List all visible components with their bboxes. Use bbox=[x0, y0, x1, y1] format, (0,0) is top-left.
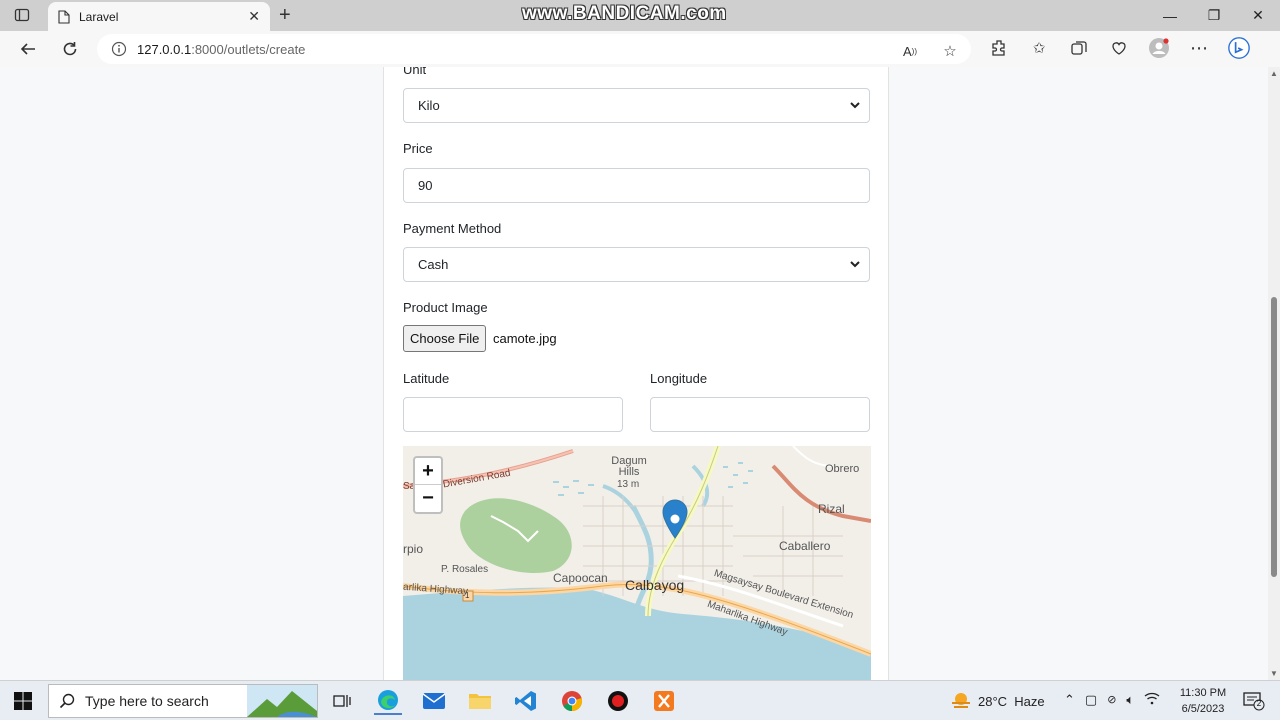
product-image-label: Product Image bbox=[403, 300, 488, 315]
outlet-form-card: Unit Kilo Price 90 Payment Method Cash P… bbox=[383, 67, 889, 680]
performance-icon[interactable] bbox=[1108, 37, 1130, 59]
mail-taskbar-icon[interactable] bbox=[420, 687, 448, 715]
refresh-icon[interactable] bbox=[58, 37, 82, 61]
restore-icon[interactable]: ❐ bbox=[1192, 0, 1236, 31]
windows-start-icon[interactable] bbox=[14, 692, 32, 710]
longitude-label: Longitude bbox=[650, 371, 708, 386]
sound-muted-icon[interactable]: ⊘ bbox=[1107, 693, 1116, 706]
scroll-up-icon[interactable]: ▲ bbox=[1270, 69, 1278, 78]
map-label-route-number: 1 bbox=[465, 591, 470, 600]
payment-method-selected-value: Cash bbox=[418, 257, 449, 272]
favorite-star-icon[interactable]: ☆ bbox=[939, 40, 961, 62]
windows-taskbar: Type here to search 28°C Haze ⌃ ▢ ⊘ 🔈︎ 1… bbox=[0, 680, 1280, 720]
map-label-caballero: Caballero bbox=[779, 539, 831, 553]
page-scrollbar[interactable]: ▲ ▼ bbox=[1268, 67, 1280, 680]
page-viewport: Unit Kilo Price 90 Payment Method Cash P… bbox=[0, 67, 1280, 680]
bing-icon[interactable] bbox=[1228, 37, 1250, 59]
volume-icon[interactable]: 🔈︎ bbox=[1126, 692, 1134, 708]
longitude-input[interactable] bbox=[650, 397, 870, 432]
map-label-capoocan: Capoocan bbox=[553, 571, 608, 585]
payment-method-select[interactable]: Cash bbox=[403, 247, 870, 282]
bandicam-taskbar-icon[interactable] bbox=[604, 687, 632, 715]
read-aloud-icon[interactable]: A)) bbox=[899, 40, 921, 62]
profile-avatar[interactable] bbox=[1148, 37, 1170, 59]
taskbar-search-box[interactable]: Type here to search bbox=[48, 684, 318, 718]
unit-select[interactable]: Kilo bbox=[403, 88, 870, 123]
map-label-obrero: Obrero bbox=[825, 463, 860, 475]
browser-tab-bar: Laravel ✕ + www.BANDICAM.com — ❐ ✕ bbox=[0, 0, 1280, 31]
search-placeholder: Type here to search bbox=[85, 693, 209, 709]
unit-label: Unit bbox=[403, 67, 427, 77]
latitude-label: Latitude bbox=[403, 371, 450, 386]
chevron-down-icon bbox=[850, 102, 860, 109]
address-bar[interactable]: 127.0.0.1:8000/outlets/create A)) ☆ bbox=[97, 34, 971, 64]
choose-file-button[interactable]: Choose File bbox=[403, 325, 487, 352]
selected-file-name: camote.jpg bbox=[493, 331, 557, 346]
map-label-p-rosales: P. Rosales bbox=[441, 564, 489, 575]
tab-title: Laravel bbox=[79, 9, 119, 24]
price-label: Price bbox=[403, 141, 433, 156]
clock-time: 11:30 PM bbox=[1179, 687, 1227, 699]
system-tray: ⌃ ▢ ⊘ 🔈︎ bbox=[1064, 691, 1160, 708]
taskbar-clock[interactable]: 11:30 PM 6/5/2023 bbox=[1174, 685, 1232, 717]
location-map[interactable]: Dagum Hills 13 m Obrero Rizal Caballero … bbox=[403, 446, 871, 680]
browser-tab[interactable]: Laravel ✕ bbox=[48, 2, 270, 31]
toolbar-icons: ✩ ⋯ bbox=[988, 37, 1250, 59]
weather-widget[interactable]: 28°C Haze bbox=[950, 691, 1045, 711]
tab-actions-icon[interactable] bbox=[12, 6, 32, 24]
url-text: 127.0.0.1:8000/outlets/create bbox=[137, 42, 305, 57]
back-icon[interactable] bbox=[16, 37, 40, 61]
chrome-taskbar-icon[interactable] bbox=[558, 687, 586, 715]
recorder-watermark: www.BANDICAM.com bbox=[522, 3, 727, 24]
scroll-down-icon[interactable]: ▼ bbox=[1270, 669, 1278, 678]
task-view-icon[interactable] bbox=[328, 687, 356, 715]
vscode-taskbar-icon[interactable] bbox=[512, 687, 540, 715]
browser-toolbar: 127.0.0.1:8000/outlets/create A)) ☆ ✩ ⋯ bbox=[0, 31, 1280, 67]
favorites-icon[interactable]: ✩ bbox=[1028, 37, 1050, 59]
clock-date: 6/5/2023 bbox=[1181, 703, 1225, 715]
map-zoom-control: + − bbox=[413, 456, 443, 514]
map-label-dagum-hills: Dagum Hills bbox=[609, 456, 649, 478]
url-path: :8000/outlets/create bbox=[191, 41, 306, 57]
price-value: 90 bbox=[418, 178, 433, 193]
search-highlight-art bbox=[247, 685, 317, 717]
meet-now-icon[interactable]: ▢ bbox=[1085, 692, 1097, 708]
close-window-icon[interactable]: ✕ bbox=[1236, 0, 1280, 31]
chevron-up-icon[interactable]: ⌃ bbox=[1064, 692, 1075, 708]
haze-weather-icon bbox=[952, 693, 970, 708]
zoom-out-button[interactable]: − bbox=[415, 485, 441, 512]
page-icon bbox=[58, 9, 70, 24]
zoom-in-button[interactable]: + bbox=[415, 458, 441, 485]
weather-text: 28°C Haze bbox=[978, 693, 1045, 709]
collections-icon[interactable] bbox=[1068, 37, 1090, 59]
scrollbar-thumb[interactable] bbox=[1271, 297, 1277, 577]
address-bar-actions: A)) ☆ bbox=[899, 40, 961, 62]
window-controls: — ❐ ✕ bbox=[1148, 0, 1280, 31]
minimize-icon[interactable]: — bbox=[1148, 0, 1192, 31]
map-label-rizal: Rizal bbox=[818, 502, 845, 516]
notification-count: 2 bbox=[1256, 699, 1262, 708]
map-label-dagum-hills-text: Dagum Hills bbox=[611, 455, 647, 478]
edge-taskbar-icon[interactable] bbox=[374, 687, 402, 715]
extensions-icon[interactable] bbox=[988, 37, 1010, 59]
map-label-rpio: rpio bbox=[403, 542, 424, 556]
unit-selected-value: Kilo bbox=[418, 98, 440, 113]
info-icon[interactable] bbox=[111, 41, 127, 57]
notification-center-icon[interactable]: 2 bbox=[1243, 691, 1265, 711]
map-label-elevation: 13 m bbox=[617, 479, 640, 490]
search-icon bbox=[59, 693, 75, 709]
url-host: 127.0.0.1 bbox=[137, 41, 192, 57]
payment-method-label: Payment Method bbox=[403, 221, 502, 236]
xampp-taskbar-icon[interactable] bbox=[650, 687, 678, 715]
location-marker-icon[interactable] bbox=[661, 502, 689, 542]
chevron-down-icon bbox=[850, 261, 860, 268]
file-explorer-taskbar-icon[interactable] bbox=[466, 687, 494, 715]
network-icon[interactable] bbox=[1144, 691, 1160, 708]
map-label-calbayog: Calbayog bbox=[625, 577, 685, 593]
more-menu-icon[interactable]: ⋯ bbox=[1188, 37, 1210, 59]
new-tab-icon[interactable]: + bbox=[279, 4, 291, 26]
price-input[interactable]: 90 bbox=[403, 168, 870, 203]
close-tab-icon[interactable]: ✕ bbox=[248, 8, 260, 25]
latitude-input[interactable] bbox=[403, 397, 623, 432]
